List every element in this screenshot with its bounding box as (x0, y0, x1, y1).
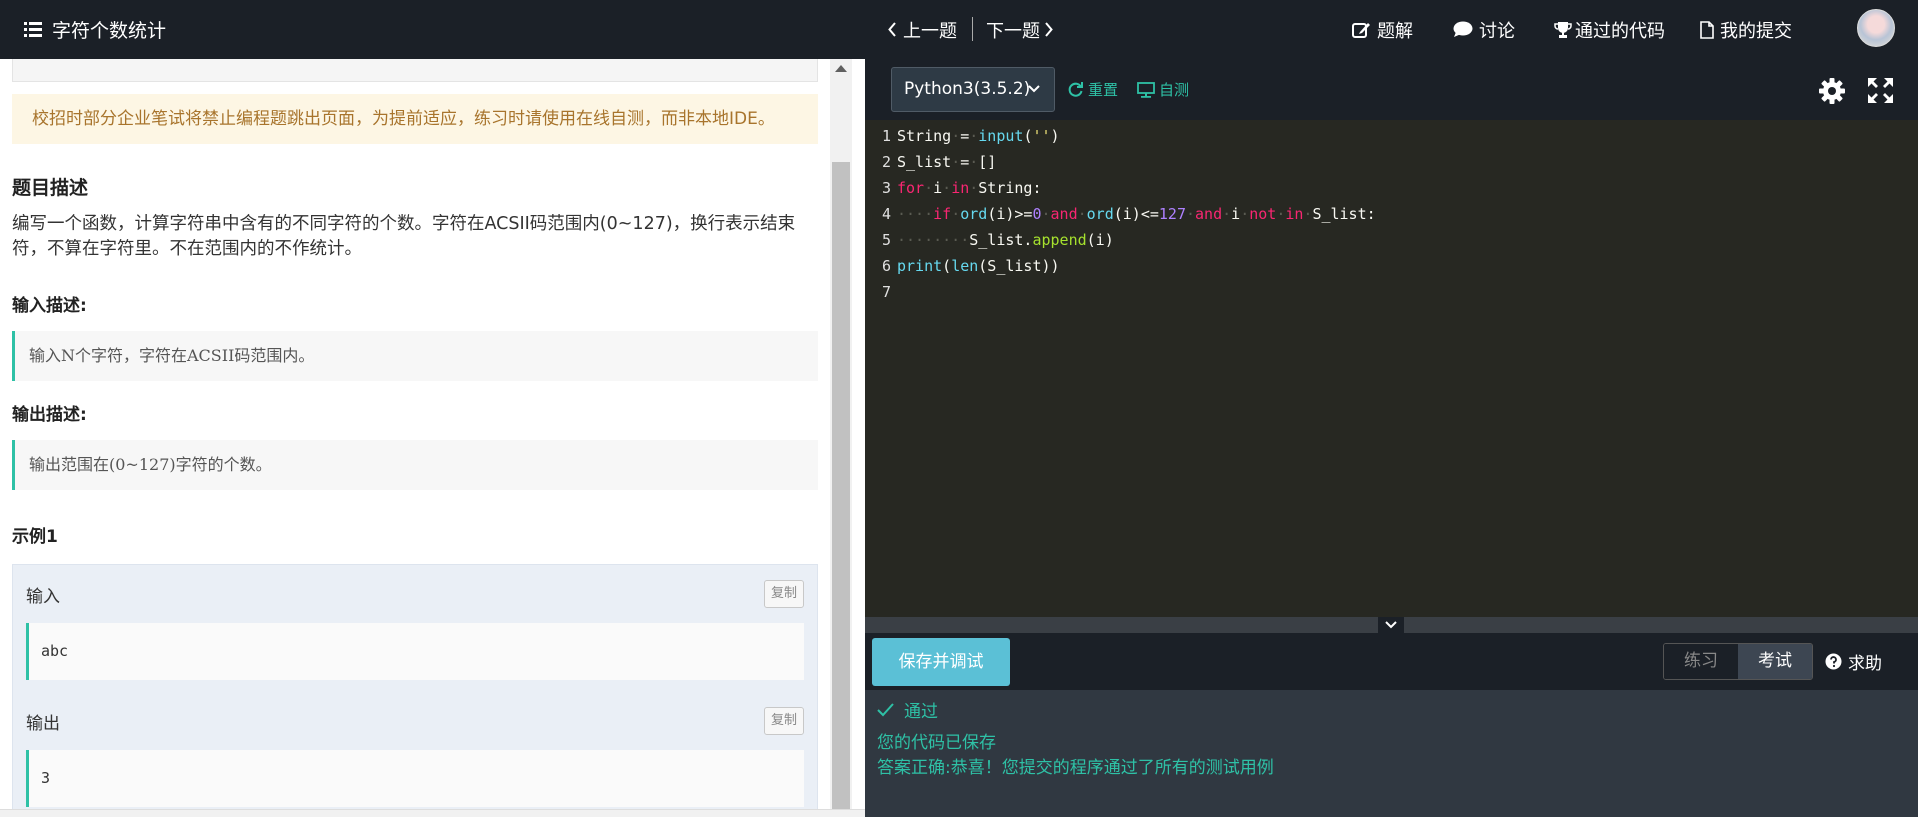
code-line[interactable]: 6 print(len(S_list)) (865, 253, 1060, 279)
collapse-chevron-icon[interactable] (1378, 617, 1404, 633)
code-line[interactable]: 1 String·=·input('') (865, 123, 1060, 149)
fullscreen-icon[interactable] (1867, 77, 1894, 104)
passed-code-link[interactable]: 通过的代码 (1554, 0, 1665, 59)
problem-panel: 字符个数统计 校招时部分企业笔试将禁止编程题跳出页面，为提前适应，练习时请使用在… (0, 0, 865, 817)
top-nav: 上一题 下一题 题解 讨论 通过的代码 我的提交 (865, 0, 1918, 59)
problem-title: 字符个数统计 (52, 20, 167, 42)
passed-code-label: 通过的代码 (1575, 20, 1665, 42)
solution-link[interactable]: 题解 (1352, 0, 1413, 59)
editor-panel: 上一题 下一题 题解 讨论 通过的代码 我的提交 Python3(3.5.2) (865, 0, 1918, 817)
chevron-down-icon (1028, 68, 1040, 128)
code-line[interactable]: 3 for·i·in·String: (865, 175, 1042, 201)
example-block: 输入 复制 abc 输出 复制 3 (12, 564, 818, 813)
example-output-value: 3 (26, 750, 804, 807)
next-problem-link[interactable]: 下一题 (986, 0, 1053, 59)
code-editor[interactable]: 1 String·=·input('') 2 S_list·=·[] 3 for·i·… (865, 120, 1918, 617)
discuss-label: 讨论 (1479, 20, 1515, 42)
self-test-button[interactable]: 自测 (1137, 79, 1189, 100)
result-status: 通过 (877, 697, 938, 722)
ide-notice: 校招时部分企业笔试将禁止编程题跳出页面，为提前适应，练习时请使用在线自测，而非本… (12, 94, 818, 144)
question-circle-icon (1825, 653, 1842, 670)
code-line[interactable]: 5 ········S_list.append(i) (865, 227, 1114, 253)
line-number: 7 (881, 283, 891, 301)
chevron-right-icon (1045, 22, 1053, 37)
output-heading: 输出描述: (12, 405, 87, 425)
line-number: 5 (881, 231, 891, 249)
refresh-icon (1068, 82, 1083, 97)
next-problem-label: 下一题 (986, 20, 1040, 42)
problem-header: 字符个数统计 (0, 0, 865, 59)
nav-divider (972, 17, 973, 41)
input-heading: 输入描述: (12, 296, 87, 316)
file-icon (1700, 20, 1714, 39)
example-heading: 示例1 (12, 527, 58, 547)
action-bar: 保存并调试 练习 考试 求助 (865, 633, 1918, 690)
output-description: 输出范围在(0~127)字符的个数。 (12, 440, 818, 490)
description-heading: 题目描述 (12, 177, 89, 199)
problem-content[interactable]: 校招时部分企业笔试将禁止编程题跳出页面，为提前适应，练习时请使用在线自测，而非本… (0, 59, 830, 813)
code-line[interactable]: 7 (865, 279, 897, 305)
problem-scrollbar[interactable] (830, 59, 852, 813)
saved-message: 您的代码已保存 (877, 733, 996, 753)
line-number: 1 (881, 127, 891, 145)
reset-button[interactable]: 重置 (1067, 79, 1118, 100)
user-avatar[interactable] (1857, 9, 1895, 47)
code-line[interactable]: 4 ····if·ord(i)>=0·and·ord(i)<=127·and·i·… (865, 201, 1376, 227)
comment-icon (1453, 21, 1473, 37)
language-value: Python3(3.5.2) (904, 79, 1031, 99)
mode-toggle: 练习 考试 (1663, 643, 1813, 680)
language-select[interactable]: Python3(3.5.2) (891, 67, 1055, 112)
code-line[interactable]: 2 S_list·=·[] (865, 149, 996, 175)
line-number: 2 (881, 153, 891, 171)
example-input-label: 输入 (26, 587, 60, 607)
problem-description: 编写一个函数，计算字符串中含有的不同字符的个数。字符在ACSII码范围内(0~1… (12, 212, 812, 262)
self-test-label: 自测 (1159, 81, 1190, 99)
trophy-icon (1554, 21, 1572, 38)
input-description: 输入N个字符，字符在ACSII码范围内。 (12, 331, 818, 381)
example-input-value: abc (26, 623, 804, 680)
scroll-up-icon[interactable] (835, 65, 847, 72)
editor-toolbar: Python3(3.5.2) 重置 自测 (865, 59, 1918, 120)
reset-label: 重置 (1088, 81, 1119, 99)
line-number: 3 (881, 179, 891, 197)
monitor-icon (1137, 81, 1155, 98)
scrollbar-thumb[interactable] (832, 162, 850, 813)
prev-problem-label: 上一题 (903, 20, 957, 42)
prev-problem-link[interactable]: 上一题 (888, 0, 957, 59)
example-output-label: 输出 (26, 714, 60, 734)
mode-exam-button[interactable]: 考试 (1738, 644, 1812, 679)
my-submissions-link[interactable]: 我的提交 (1700, 0, 1792, 59)
help-button[interactable]: 求助 (1825, 649, 1882, 674)
edit-icon (1352, 22, 1370, 38)
result-panel: 通过 您的代码已保存 答案正确:恭喜！您提交的程序通过了所有的测试用例 (865, 690, 1918, 817)
line-number: 6 (881, 257, 891, 275)
copy-output-button[interactable]: 复制 (764, 707, 804, 735)
copy-input-button[interactable]: 复制 (764, 580, 804, 608)
line-number: 4 (881, 205, 891, 223)
my-submissions-label: 我的提交 (1720, 20, 1792, 42)
result-message: 答案正确:恭喜！您提交的程序通过了所有的测试用例 (877, 758, 1274, 778)
check-icon (877, 702, 894, 716)
discuss-link[interactable]: 讨论 (1453, 0, 1515, 59)
previous-card (12, 59, 818, 82)
description-line-1: 编写一个函数，计算字符串中含有的不同字符的个数。字符在ACSII码范围内(0~1… (12, 214, 796, 234)
chevron-left-icon (888, 22, 896, 37)
panel-splitter[interactable] (865, 617, 1918, 633)
result-status-label: 通过 (904, 702, 938, 722)
horizontal-scrollbar[interactable] (0, 809, 865, 817)
description-line-2: 符，不算在字符里。不在范围内的不作统计。 (12, 239, 362, 259)
save-debug-button[interactable]: 保存并调试 (872, 638, 1010, 686)
settings-gear-icon[interactable] (1818, 77, 1846, 105)
list-icon (24, 22, 42, 37)
solution-label: 题解 (1377, 20, 1413, 42)
mode-practice-button[interactable]: 练习 (1664, 644, 1738, 679)
help-label: 求助 (1848, 654, 1882, 674)
